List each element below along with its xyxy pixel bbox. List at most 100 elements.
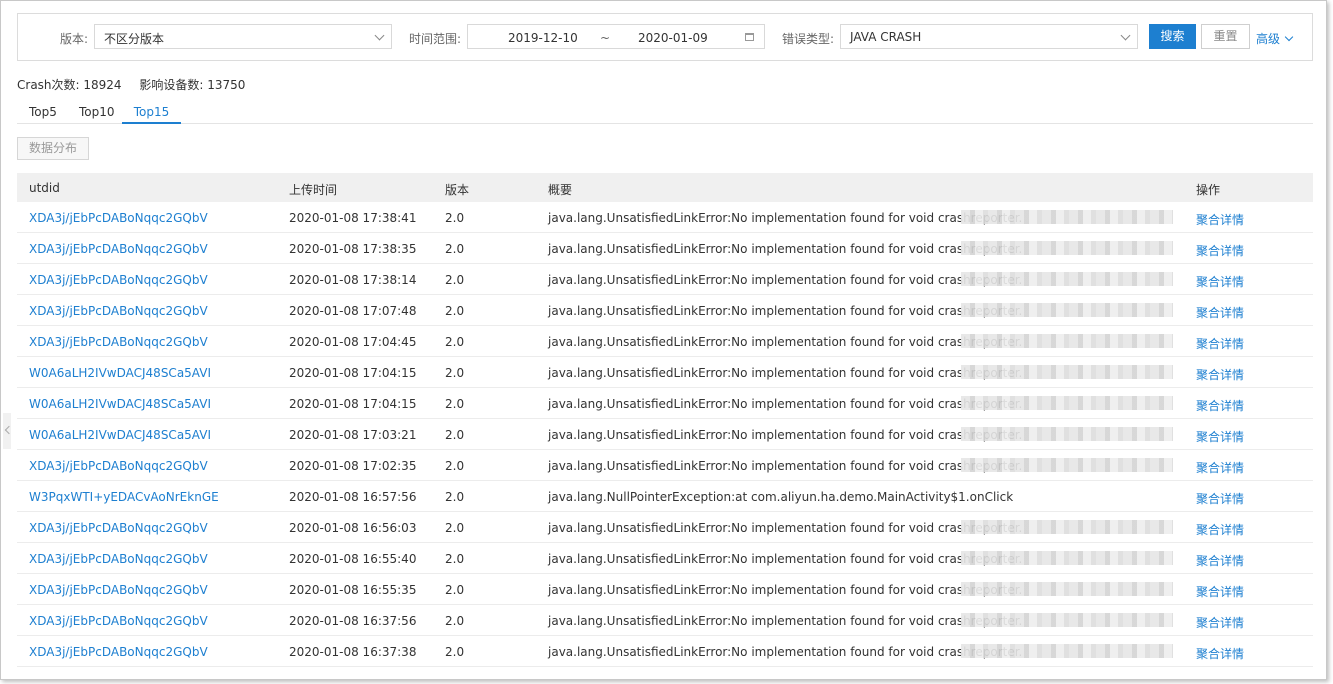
utdid-link[interactable]: XDA3j/jEbPcDABoNqqc2GQbV xyxy=(29,645,208,659)
upload-time-cell: 2020-01-08 16:56:03 xyxy=(289,521,417,535)
utdid-link[interactable]: XDA3j/jEbPcDABoNqqc2GQbV xyxy=(29,583,208,597)
utdid-link[interactable]: W0A6aLH2IVwDACJ48SCa5AVI xyxy=(29,428,211,442)
version-cell: 2.0 xyxy=(445,552,465,566)
date-separator: ~ xyxy=(600,31,611,45)
summary-cell: java.lang.UnsatisfiedLinkError:No implem… xyxy=(548,366,1023,380)
summary-cell: java.lang.UnsatisfiedLinkError:No implem… xyxy=(548,614,1023,628)
utdid-link[interactable]: W3PqxWTI+yEDACvAoNrEknGE xyxy=(29,490,219,504)
utdid-link[interactable]: W0A6aLH2IVwDACJ48SCa5AVI xyxy=(29,397,211,411)
search-button[interactable]: 搜索 xyxy=(1149,24,1196,49)
aggregate-details-link[interactable]: 聚合详情 xyxy=(1196,490,1244,507)
version-cell: 2.0 xyxy=(445,614,465,628)
crash-table: utdid 上传时间 版本 概要 操作 XDA3j/jEbPcDABoNqqc2… xyxy=(17,173,1313,667)
redacted-text-blur xyxy=(961,210,1173,224)
summary-cell: java.lang.UnsatisfiedLinkError:No implem… xyxy=(548,304,1023,318)
redacted-text-blur xyxy=(961,551,1173,565)
table-row: W0A6aLH2IVwDACJ48SCa5AVI 2020-01-08 17:04… xyxy=(17,357,1313,388)
utdid-link[interactable]: XDA3j/jEbPcDABoNqqc2GQbV xyxy=(29,614,208,628)
header-version: 版本 xyxy=(445,183,470,197)
summary-cell: java.lang.UnsatisfiedLinkError:No implem… xyxy=(548,242,1023,256)
data-distribution-button[interactable]: 数据分布 xyxy=(17,137,89,160)
utdid-link[interactable]: XDA3j/jEbPcDABoNqqc2GQbV xyxy=(29,552,208,566)
version-cell: 2.0 xyxy=(445,211,465,225)
window-frame: 版本: 不区分版本 时间范围: 2019-12-10 ~ 2020-01-09 … xyxy=(0,0,1327,680)
summary-cell: java.lang.UnsatisfiedLinkError:No implem… xyxy=(548,211,1023,225)
redacted-text-blur xyxy=(961,334,1173,348)
version-cell: 2.0 xyxy=(445,304,465,318)
aggregate-details-link[interactable]: 聚合详情 xyxy=(1196,645,1244,662)
redacted-text-blur xyxy=(961,272,1173,286)
aggregate-details-link[interactable]: 聚合详情 xyxy=(1196,459,1244,476)
aggregate-details-link[interactable]: 聚合详情 xyxy=(1196,211,1244,228)
error-type-select-value: JAVA CRASH xyxy=(850,30,922,44)
table-row: W3PqxWTI+yEDACvAoNrEknGE 2020-01-08 16:57… xyxy=(17,481,1313,512)
aggregate-details-link[interactable]: 聚合详情 xyxy=(1196,335,1244,352)
utdid-link[interactable]: XDA3j/jEbPcDABoNqqc2GQbV xyxy=(29,335,208,349)
summary-cell: java.lang.UnsatisfiedLinkError:No implem… xyxy=(548,645,1023,659)
date-start[interactable]: 2019-12-10 xyxy=(508,31,578,45)
version-cell: 2.0 xyxy=(445,335,465,349)
tab-top5[interactable]: Top5 xyxy=(29,105,57,124)
aggregate-details-link[interactable]: 聚合详情 xyxy=(1196,273,1244,290)
aggregate-details-link[interactable]: 聚合详情 xyxy=(1196,583,1244,600)
date-range-picker[interactable]: 2019-12-10 ~ 2020-01-09 xyxy=(467,24,765,49)
error-type-select[interactable]: JAVA CRASH xyxy=(840,24,1138,49)
table-row: XDA3j/jEbPcDABoNqqc2GQbV 2020-01-08 17:04… xyxy=(17,326,1313,357)
upload-time-cell: 2020-01-08 17:02:35 xyxy=(289,459,417,473)
redacted-text-blur xyxy=(961,520,1173,534)
summary-cell: java.lang.UnsatisfiedLinkError:No implem… xyxy=(548,335,1023,349)
crash-count: Crash次数: 18924 xyxy=(17,78,122,92)
utdid-link[interactable]: XDA3j/jEbPcDABoNqqc2GQbV xyxy=(29,273,208,287)
aggregate-details-link[interactable]: 聚合详情 xyxy=(1196,428,1244,445)
aggregate-details-link[interactable]: 聚合详情 xyxy=(1196,614,1244,631)
tab-top15[interactable]: Top15 xyxy=(122,105,181,124)
date-end[interactable]: 2020-01-09 xyxy=(638,31,708,45)
summary-cell: java.lang.UnsatisfiedLinkError:No implem… xyxy=(548,552,1023,566)
utdid-link[interactable]: XDA3j/jEbPcDABoNqqc2GQbV xyxy=(29,521,208,535)
table-row: W0A6aLH2IVwDACJ48SCa5AVI 2020-01-08 17:03… xyxy=(17,419,1313,450)
version-cell: 2.0 xyxy=(445,366,465,380)
advanced-toggle[interactable]: 高级 xyxy=(1256,30,1294,47)
aggregate-details-link[interactable]: 聚合详情 xyxy=(1196,552,1244,569)
header-utdid: utdid xyxy=(29,181,60,195)
header-operation: 操作 xyxy=(1196,183,1221,197)
version-cell: 2.0 xyxy=(445,583,465,597)
version-cell: 2.0 xyxy=(445,397,465,411)
aggregate-details-link[interactable]: 聚合详情 xyxy=(1196,304,1244,321)
utdid-link[interactable]: XDA3j/jEbPcDABoNqqc2GQbV xyxy=(29,304,208,318)
error-type-label: 错误类型: xyxy=(782,32,835,46)
table-row: XDA3j/jEbPcDABoNqqc2GQbV 2020-01-08 17:38… xyxy=(17,264,1313,295)
reset-button[interactable]: 重置 xyxy=(1201,24,1250,49)
chevron-down-icon xyxy=(374,30,385,41)
utdid-link[interactable]: W0A6aLH2IVwDACJ48SCa5AVI xyxy=(29,366,211,380)
affected-devices-count: 影响设备数: 13750 xyxy=(139,78,246,92)
table-row: XDA3j/jEbPcDABoNqqc2GQbV 2020-01-08 17:07… xyxy=(17,295,1313,326)
upload-time-cell: 2020-01-08 17:03:21 xyxy=(289,428,417,442)
aggregate-details-link[interactable]: 聚合详情 xyxy=(1196,366,1244,383)
aggregate-details-link[interactable]: 聚合详情 xyxy=(1196,397,1244,414)
upload-time-cell: 2020-01-08 17:04:15 xyxy=(289,366,417,380)
collapse-handle[interactable] xyxy=(3,413,11,449)
utdid-link[interactable]: XDA3j/jEbPcDABoNqqc2GQbV xyxy=(29,459,208,473)
aggregate-details-link[interactable]: 聚合详情 xyxy=(1196,521,1244,538)
filter-panel: 版本: 不区分版本 时间范围: 2019-12-10 ~ 2020-01-09 … xyxy=(17,13,1313,61)
upload-time-cell: 2020-01-08 17:38:41 xyxy=(289,211,417,225)
redacted-text-blur xyxy=(961,396,1173,410)
redacted-text-blur xyxy=(961,458,1173,472)
table-header: utdid 上传时间 版本 概要 操作 xyxy=(17,173,1313,202)
table-row: W0A6aLH2IVwDACJ48SCa5AVI 2020-01-08 17:04… xyxy=(17,388,1313,419)
version-cell: 2.0 xyxy=(445,428,465,442)
chevron-down-icon xyxy=(1120,30,1131,41)
redacted-text-blur xyxy=(961,582,1173,596)
top-tabs: Top5 Top10 Top15 xyxy=(17,101,1313,124)
tab-top10[interactable]: Top10 xyxy=(79,105,115,124)
redacted-text-blur xyxy=(961,365,1173,379)
aggregate-details-link[interactable]: 聚合详情 xyxy=(1196,242,1244,259)
utdid-link[interactable]: XDA3j/jEbPcDABoNqqc2GQbV xyxy=(29,211,208,225)
upload-time-cell: 2020-01-08 16:37:56 xyxy=(289,614,417,628)
calendar-icon[interactable] xyxy=(745,33,754,41)
advanced-label: 高级 xyxy=(1256,32,1281,46)
utdid-link[interactable]: XDA3j/jEbPcDABoNqqc2GQbV xyxy=(29,242,208,256)
version-select[interactable]: 不区分版本 xyxy=(94,24,392,49)
version-cell: 2.0 xyxy=(445,273,465,287)
